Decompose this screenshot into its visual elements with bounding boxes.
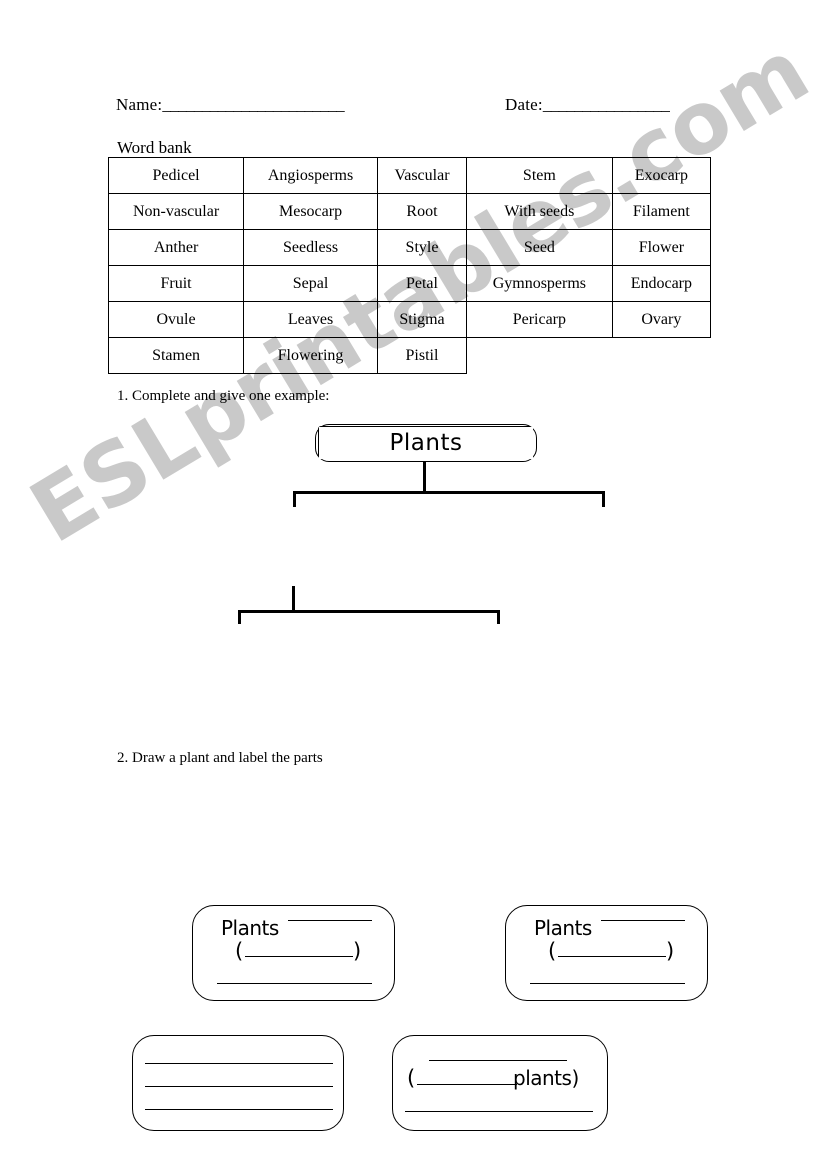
diagram-node-level3-right[interactable]: ( plants)	[392, 1035, 608, 1131]
wordbank-cell: Endocarp	[611, 265, 712, 302]
header-row: Name:_______________________ Date:______…	[0, 94, 821, 120]
diagram-node-level2-right[interactable]: Plants ( )	[505, 905, 708, 1001]
wordbank-cell: Filament	[611, 193, 712, 230]
table-row: Stamen Flowering Pistil	[107, 337, 711, 374]
level3-right-blank-2[interactable]	[417, 1084, 517, 1085]
connector-level2-drop-left	[238, 610, 241, 624]
wordbank-cell: Ovule	[107, 301, 245, 338]
table-row: Fruit Sepal Petal Gymnosperms Endocarp	[107, 265, 712, 302]
worksheet-page: ESLprintables.com Name:_________________…	[0, 0, 821, 1169]
wordbank-cell: Root	[376, 193, 468, 230]
table-row: Anther Seedless Style Seed Flower	[107, 229, 712, 266]
level2-right-word: Plants	[534, 916, 592, 940]
wordbank-cell: Style	[376, 229, 468, 266]
wordbank-cell: Pericarp	[466, 301, 613, 338]
wordbank-table: Pedicel Angiosperms Vascular Stem Exocar…	[107, 157, 712, 374]
name-label: Name:	[116, 95, 163, 114]
level3-right-paren-open: (	[407, 1066, 415, 1090]
wordbank-cell: Stamen	[107, 337, 245, 374]
wordbank-cell: Petal	[376, 265, 468, 302]
level2-right-paren-close: )	[666, 939, 674, 963]
wordbank-cell: Fruit	[107, 265, 245, 302]
question-1-text: 1. Complete and give one example:	[117, 388, 330, 404]
name-blank: _______________________	[162, 95, 345, 114]
root-node-label: Plants	[319, 427, 533, 459]
wordbank-cell: Stem	[466, 157, 613, 194]
connector-root-drop-right	[602, 491, 605, 507]
connector-level2-drop-right	[497, 610, 500, 624]
question-2-text: 2. Draw a plant and label the parts	[117, 750, 323, 766]
date-blank: ________________	[542, 95, 670, 114]
connector-level2-bar	[238, 610, 500, 613]
wordbank-cell: Vascular	[376, 157, 468, 194]
date-field[interactable]: Date:________________	[505, 94, 670, 116]
level2-left-blank-2[interactable]	[245, 956, 353, 957]
wordbank-cell: Pedicel	[107, 157, 245, 194]
wordbank-cell-empty	[467, 338, 613, 374]
wordbank-cell: Leaves	[243, 301, 378, 338]
level3-right-blank-1[interactable]	[429, 1060, 567, 1061]
connector-level2-stem	[292, 586, 295, 612]
diagram-node-level3-left[interactable]	[132, 1035, 344, 1131]
connector-root-bar	[293, 491, 605, 494]
table-row: Ovule Leaves Stigma Pericarp Ovary	[107, 301, 712, 338]
level2-right-blank-1[interactable]	[601, 920, 685, 921]
wordbank-cell: Ovary	[611, 301, 712, 338]
level2-left-paren-close: )	[353, 939, 361, 963]
level3-left-blank-3[interactable]	[145, 1109, 333, 1110]
wordbank-cell: Seedless	[243, 229, 378, 266]
level2-right-paren-open: (	[548, 939, 556, 963]
classification-diagram: Plants Plants ( ) Plants ( ) (plants)	[0, 415, 821, 1131]
level3-left-blank-2[interactable]	[145, 1086, 333, 1087]
diagram-node-root[interactable]: Plants	[315, 424, 537, 462]
wordbank-cell: Non-vascular	[107, 193, 245, 230]
wordbank-cell: Sepal	[243, 265, 378, 302]
level2-left-blank-1[interactable]	[288, 920, 372, 921]
diagram-node-level2-left[interactable]: Plants ( )	[192, 905, 395, 1001]
level2-right-blank-3[interactable]	[530, 983, 685, 984]
wordbank-cell: Flowering	[243, 337, 378, 374]
level3-right-blank-3[interactable]	[405, 1111, 593, 1112]
level2-left-word: Plants	[221, 916, 279, 940]
name-field[interactable]: Name:_______________________	[116, 94, 345, 116]
level2-left-paren-open: (	[235, 939, 243, 963]
table-row: Pedicel Angiosperms Vascular Stem Exocar…	[107, 157, 712, 194]
wordbank-cell: Flower	[611, 229, 712, 266]
wordbank-cell: Mesocarp	[243, 193, 378, 230]
wordbank-cell: Gymnosperms	[466, 265, 613, 302]
wordbank-cell-empty	[612, 338, 710, 374]
date-label: Date:	[505, 95, 543, 114]
table-row: Non-vascular Mesocarp Root With seeds Fi…	[107, 193, 712, 230]
wordbank-cell: Pistil	[376, 337, 468, 374]
wordbank-cell: Angiosperms	[243, 157, 378, 194]
wordbank-cell: Stigma	[376, 301, 468, 338]
connector-root-stem	[423, 461, 426, 493]
wordbank-cell: Seed	[466, 229, 613, 266]
level3-left-blank-1[interactable]	[145, 1063, 333, 1064]
wordbank-cell: Exocarp	[611, 157, 712, 194]
level3-right-word: plants)	[513, 1066, 579, 1090]
level2-left-blank-3[interactable]	[217, 983, 372, 984]
wordbank-cell: Anther	[107, 229, 245, 266]
wordbank-title: Word bank	[117, 138, 192, 157]
level2-right-blank-2[interactable]	[558, 956, 666, 957]
wordbank-cell: With seeds	[466, 193, 613, 230]
connector-root-drop-left	[293, 491, 296, 507]
